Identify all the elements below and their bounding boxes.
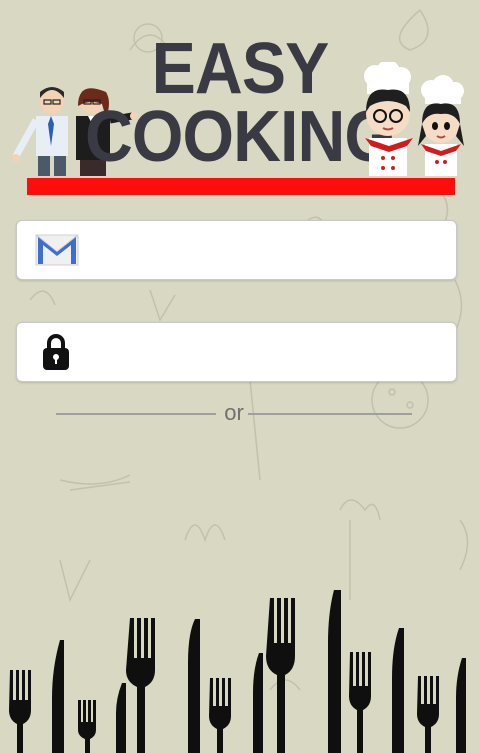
or-divider: or [56, 400, 412, 426]
header-accent-bar [27, 178, 455, 195]
password-input[interactable] [97, 331, 446, 373]
cutlery-silhouette-decoration [9, 590, 466, 753]
gmail-envelope-icon [35, 234, 79, 266]
email-input[interactable] [97, 229, 446, 271]
chefs-illustration [364, 62, 464, 176]
email-field[interactable] [16, 220, 457, 280]
password-field[interactable] [16, 322, 457, 382]
app-header: EASY COOKING [0, 0, 480, 200]
divider-line-right [248, 413, 412, 415]
padlock-icon [43, 334, 69, 370]
